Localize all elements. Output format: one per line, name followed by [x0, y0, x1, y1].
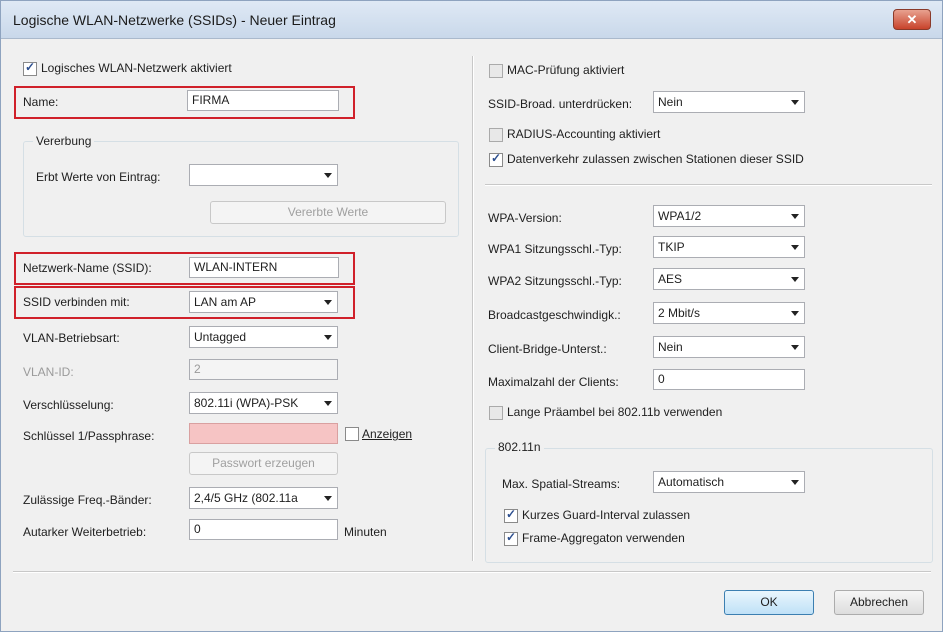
- chevron-down-icon: [791, 214, 799, 219]
- vlan-id-input[interactable]: 2: [189, 359, 338, 380]
- vlan-mode-select[interactable]: Untagged: [189, 326, 338, 348]
- ok-button[interactable]: OK: [724, 590, 814, 615]
- ssid-broadcast-label: SSID-Broad. unterdrücken:: [488, 97, 633, 111]
- spatial-streams-select[interactable]: Automatisch: [653, 471, 805, 493]
- right-separator: [485, 184, 932, 186]
- cancel-button[interactable]: Abbrechen: [834, 590, 924, 615]
- autark-unit: Minuten: [344, 525, 387, 539]
- chevron-down-icon: [791, 245, 799, 250]
- inheritance-title: Vererbung: [33, 134, 95, 148]
- radius-accounting-checkbox[interactable]: [489, 128, 503, 142]
- long-preamble-checkbox[interactable]: [489, 406, 503, 420]
- freq-select[interactable]: 2,4/5 GHz (802.11a: [189, 487, 338, 509]
- max-clients-input[interactable]: 0: [653, 369, 805, 390]
- chevron-down-icon: [324, 496, 332, 501]
- chevron-down-icon: [324, 401, 332, 406]
- chevron-down-icon: [324, 173, 332, 178]
- chevron-down-icon: [324, 300, 332, 305]
- wpa-version-label: WPA-Version:: [488, 211, 562, 225]
- wpa1-type-label: WPA1 Sitzungsschl.-Typ:: [488, 242, 622, 256]
- wpa-version-select[interactable]: WPA1/2: [653, 205, 805, 227]
- wlan-enabled-label: Logisches WLAN-Netzwerk aktiviert: [41, 61, 232, 75]
- ssid-label: Netzwerk-Name (SSID):: [23, 261, 152, 275]
- ssid-broadcast-select[interactable]: Nein: [653, 91, 805, 113]
- frame-aggregation-checkbox[interactable]: [504, 530, 518, 546]
- show-passphrase-checkbox[interactable]: [345, 427, 359, 441]
- dialog-title: Logische WLAN-Netzwerke (SSIDs) - Neuer …: [13, 12, 336, 28]
- guard-interval-label: Kurzes Guard-Interval zulassen: [522, 508, 691, 522]
- client-bridge-label: Client-Bridge-Unterst.:: [488, 342, 607, 356]
- autark-input[interactable]: 0: [189, 519, 338, 540]
- wpa2-type-label: WPA2 Sitzungsschl.-Typ:: [488, 274, 622, 288]
- chevron-down-icon: [324, 335, 332, 340]
- encryption-label: Verschlüsselung:: [23, 398, 114, 412]
- vlan-id-label: VLAN-ID:: [23, 365, 74, 379]
- n-group: [485, 448, 933, 563]
- frame-aggregation-label: Frame-Aggregaton verwenden: [522, 531, 685, 545]
- mac-check-label: MAC-Prüfung aktiviert: [507, 63, 625, 77]
- chevron-down-icon: [791, 480, 799, 485]
- passphrase-input[interactable]: [189, 423, 338, 444]
- column-divider: [472, 56, 474, 561]
- wpa1-type-select[interactable]: TKIP: [653, 236, 805, 258]
- freq-label: Zulässige Freq.-Bänder:: [23, 493, 152, 507]
- inherited-values-button[interactable]: Vererbte Werte: [210, 201, 446, 224]
- generate-password-button[interactable]: Passwort erzeugen: [189, 452, 338, 475]
- autark-label: Autarker Weiterbetrieb:: [23, 525, 147, 539]
- long-preamble-label: Lange Präambel bei 802.11b verwenden: [507, 405, 723, 419]
- chevron-down-icon: [791, 100, 799, 105]
- connect-select[interactable]: LAN am AP: [189, 291, 338, 313]
- chevron-down-icon: [791, 311, 799, 316]
- chevron-down-icon: [791, 277, 799, 282]
- intra-ssid-traffic-label: Datenverkehr zulassen zwischen Stationen…: [507, 152, 804, 166]
- footer-separator: [13, 571, 931, 573]
- mac-check-checkbox[interactable]: [489, 64, 503, 78]
- name-label: Name:: [23, 95, 59, 109]
- close-icon: ✕: [906, 12, 918, 27]
- show-passphrase-label: Anzeigen: [362, 427, 413, 441]
- title-bar[interactable]: Logische WLAN-Netzwerke (SSIDs) - Neuer …: [1, 1, 942, 39]
- ssid-input[interactable]: WLAN-INTERN: [189, 257, 339, 278]
- connect-label: SSID verbinden mit:: [23, 295, 130, 309]
- chevron-down-icon: [791, 345, 799, 350]
- spatial-streams-label: Max. Spatial-Streams:: [502, 477, 621, 491]
- key-label: Schlüssel 1/Passphrase:: [23, 429, 155, 443]
- wpa2-type-select[interactable]: AES: [653, 268, 805, 290]
- close-button[interactable]: ✕: [893, 9, 931, 30]
- radius-accounting-label: RADIUS-Accounting aktiviert: [507, 127, 661, 141]
- dialog-window: Logische WLAN-Netzwerke (SSIDs) - Neuer …: [0, 0, 943, 632]
- inherits-label: Erbt Werte von Eintrag:: [36, 170, 161, 184]
- client-bridge-select[interactable]: Nein: [653, 336, 805, 358]
- intra-ssid-traffic-checkbox[interactable]: [489, 151, 503, 167]
- guard-interval-checkbox[interactable]: [504, 507, 518, 523]
- wlan-enabled-checkbox[interactable]: [23, 60, 37, 76]
- n-group-title: 802.11n: [495, 440, 544, 454]
- encryption-select[interactable]: 802.11i (WPA)-PSK: [189, 392, 338, 414]
- vlan-mode-label: VLAN-Betriebsart:: [23, 331, 120, 345]
- name-input[interactable]: FIRMA: [187, 90, 339, 111]
- inherits-select[interactable]: [189, 164, 338, 186]
- broadcast-speed-select[interactable]: 2 Mbit/s: [653, 302, 805, 324]
- max-clients-label: Maximalzahl der Clients:: [488, 375, 619, 389]
- broadcast-speed-label: Broadcastgeschwindigk.:: [488, 308, 621, 322]
